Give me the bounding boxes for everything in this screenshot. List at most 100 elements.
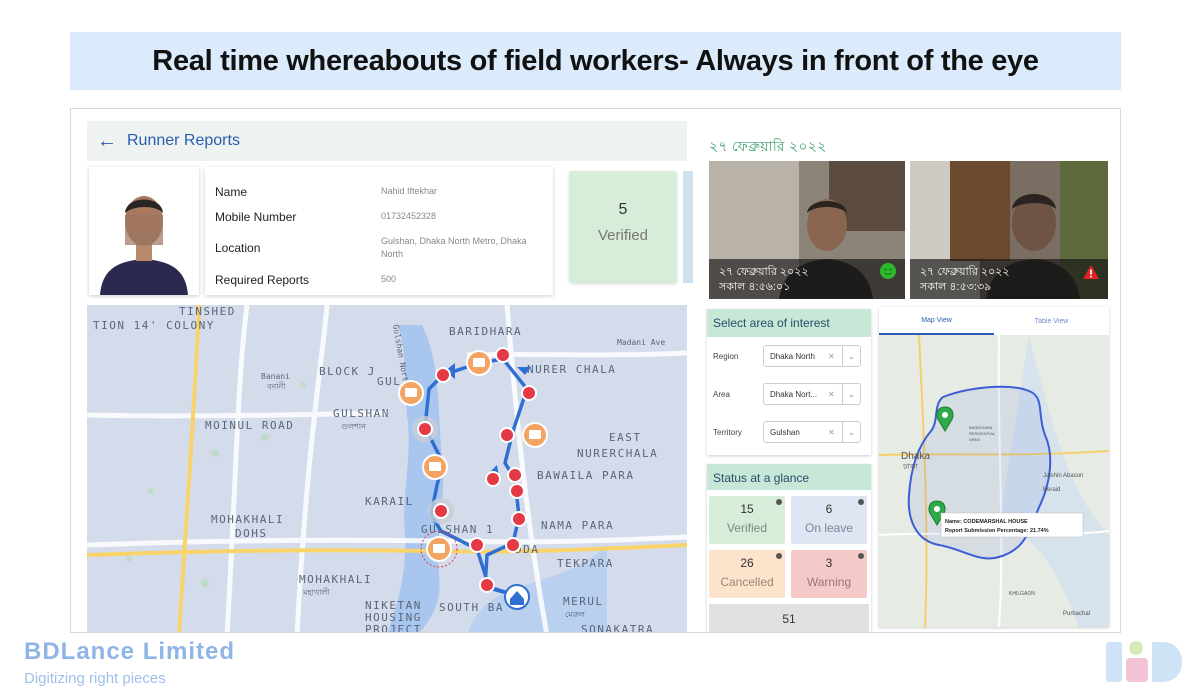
filter-label: Territory [713,427,742,437]
info-dot-icon [776,499,782,505]
info-key: Required Reports [215,272,310,287]
map-label: মেরুল [565,610,586,619]
ok-status-icon [879,262,897,285]
map-label: EAST [609,431,642,444]
warning-status-icon [1082,264,1100,285]
map-label: NURERCHALA [577,447,658,460]
tile-label: Cancelled [720,575,774,589]
map-label: TION 14' COLONY [93,319,215,332]
map-label: Madani Ave [617,338,665,347]
map-label: Purbachal [1063,611,1090,617]
tile-count: 3 [825,556,833,570]
status-tile-cancelled[interactable]: 26 Cancelled [709,550,785,598]
filter-row-area: Area Dhaka Nort... ✕ ⌄ [707,375,871,413]
map-label: ঢাকা [902,462,918,471]
clear-icon[interactable]: ✕ [828,428,842,437]
popup-name: Name: CODEMARSHAL HOUSE [945,519,1028,525]
person-avatar-icon [100,196,188,295]
location-popup: Name: CODEMARSHAL HOUSE Report Submissio… [940,512,1084,538]
area-select[interactable]: Dhaka Nort... ✕ ⌄ [763,383,861,405]
clear-icon[interactable]: ✕ [828,390,842,399]
filter-label: Region [713,351,739,361]
route-map[interactable]: TINSHED TION 14' COLONY BARIDHARA NURER … [87,305,687,632]
select-value: Dhaka Nort... [770,389,818,399]
map-label: BARIDHARA [449,325,522,338]
chevron-down-icon[interactable]: ⌄ [842,422,860,442]
info-value: Gulshan, Dhaka North Metro, Dhaka North [381,236,527,259]
camera-snapshot-1[interactable]: ২৭ ফেব্রুয়ারি ২০২২ সকাল ৪:৫৬:০১ [709,161,905,299]
info-dot-icon [858,499,864,505]
map-label: SOUTH BA [439,601,504,614]
area-filter-card: Select area of interest Region Dhaka Nor… [707,309,871,455]
verified-label: Verified [597,227,649,244]
camera-snapshot-2[interactable]: ২৭ ফেব্রুয়ারি ২০২২ সকাল ৪:৫৩:৩৯ [910,161,1108,299]
map-label: Beraid [1043,487,1060,493]
map-label: TEKPARA [557,557,614,570]
map-label: GUL [377,375,401,388]
territory-map[interactable]: Dhaka ঢাকা Jalshin Abason Beraid BARIDHA… [879,334,1109,627]
tile-count: 6 [825,502,833,516]
info-dot-icon [858,553,864,559]
territory-select[interactable]: Gulshan ✕ ⌄ [763,421,861,443]
map-label: BLOCK J [319,365,376,378]
map-label: গুলশান [341,422,366,431]
status-tile-warning[interactable]: 3 Warning [791,550,867,598]
tile-label: On leave [804,521,854,535]
info-row-reports: Required Reports 500 [215,267,543,292]
map-label: NURER CHALA [527,363,616,376]
tab-table-view[interactable]: Table View [994,307,1109,335]
profile-photo [89,167,199,295]
map-label: TINSHED [179,305,236,318]
info-value: 01732452328 [381,211,437,221]
runner-title: Runner Reports [127,132,240,149]
brand-tagline: Digitizing right pieces [24,670,166,687]
map-label: DOHS [235,527,268,540]
tile-label: Warning [806,575,852,589]
map-label: Dhaka [901,451,930,462]
info-value: 500 [381,274,397,284]
status-tile-total[interactable]: 51 [709,604,869,632]
region-select[interactable]: Dhaka North ✕ ⌄ [763,345,861,367]
map-label: মহাখালী [302,587,330,597]
verified-count-card[interactable]: 5 Verified [569,171,677,283]
map-label: Jalshin Abason [1043,473,1083,479]
info-key: Name [215,184,248,199]
select-value: Gulshan [770,427,800,437]
screenshot-frame: ← Runner Reports Name Nahid Iftekhar Mob… [70,108,1121,633]
next-card-edge [683,171,693,283]
map-label: বনানী [266,381,286,391]
info-row-name: Name Nahid Iftekhar [215,179,543,204]
back-arrow-icon[interactable]: ← [87,130,127,153]
select-value: Dhaka North [770,351,815,361]
tile-count: 26 [740,556,754,570]
map-label: RESIDENTIAL [969,431,996,436]
map-label: GULSHAN 1 [421,523,494,536]
status-tile-verified[interactable]: 15 Verified [709,496,785,544]
map-label: KARAIL [365,495,414,508]
clear-icon[interactable]: ✕ [828,352,842,361]
tile-label: Verified [726,521,768,535]
status-tile-leave[interactable]: 6 On leave [791,496,867,544]
territory-map-card: Map View Table View Dhaka ঢাকা Jalshin A… [879,307,1109,627]
map-tabs: Map View Table View [879,307,1109,335]
runner-info-card: Name Nahid Iftekhar Mobile Number 017324… [205,167,553,295]
chevron-down-icon[interactable]: ⌄ [842,346,860,366]
info-row-mobile: Mobile Number 01732452328 [215,204,543,229]
map-label: MOHAKHALI [211,513,284,526]
filter-label: Area [713,389,730,399]
verified-count: 5 [618,201,628,218]
map-label: MOHAKHALI [299,573,372,586]
map-label: MOINUL ROAD [205,419,294,432]
tab-map-view[interactable]: Map View [879,307,994,335]
home-marker [504,584,530,610]
snapshot-caption: ২৭ ফেব্রুয়ারি ২০২২ সকাল ৪:৫৩:৩৯ [910,259,1108,299]
map-label: AREA [969,437,980,442]
map-label: Banani [261,372,290,381]
company-logo [1104,636,1184,688]
tile-count: 15 [740,502,754,516]
popup-percentage: Report Submission Percentage: 21.74% [945,528,1049,534]
camera-date-heading: ২৭ ফেব্রুয়ারি ২০২২ [709,138,827,154]
route-map-canvas: TINSHED TION 14' COLONY BARIDHARA NURER … [87,305,687,632]
snapshot-date: ২৭ ফেব্রুয়ারি ২০২২ [719,266,809,278]
chevron-down-icon[interactable]: ⌄ [842,384,860,404]
